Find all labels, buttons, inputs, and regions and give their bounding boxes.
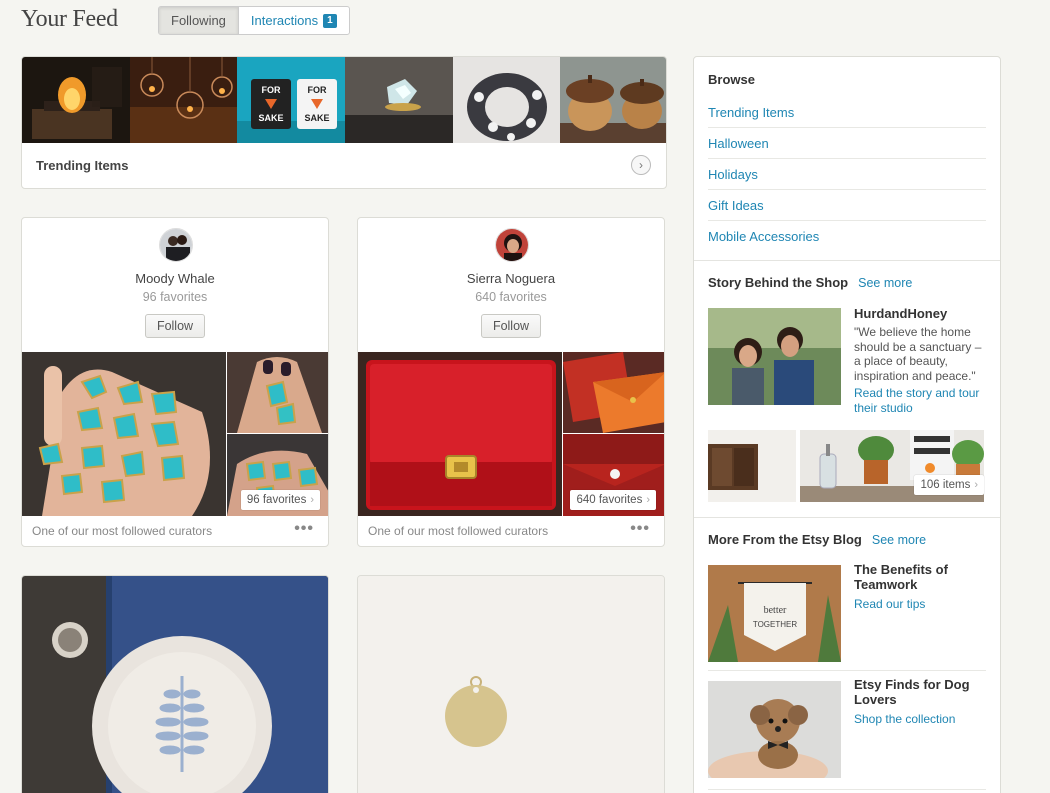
shop-quote: "We believe the home should be a sanctua… <box>854 325 982 383</box>
fire-pit-thumbnail[interactable] <box>22 57 130 143</box>
tree-plate-image <box>22 576 328 793</box>
shop-name[interactable]: HurdandHoney <box>854 306 947 321</box>
browse-item-gift-ideas[interactable]: Gift Ideas <box>708 190 986 221</box>
blog-heading-label: More From the Etsy Blog <box>708 532 862 547</box>
trending-items-label: Trending Items <box>36 158 129 173</box>
divider <box>694 260 1000 261</box>
more-options-icon[interactable]: ••• <box>294 520 314 538</box>
gold-tag-image <box>358 576 664 793</box>
banner-text: better <box>764 605 787 616</box>
glass-terrariums-thumbnail[interactable] <box>129 57 238 143</box>
chevron-right-icon: › <box>310 494 314 506</box>
curator-note: One of our most followed curators <box>368 524 549 538</box>
feed-item-tree-plate[interactable] <box>21 575 329 793</box>
more-options-icon[interactable]: ••• <box>630 520 650 538</box>
avatar[interactable] <box>495 228 529 262</box>
browse-heading: Browse <box>708 72 755 87</box>
turquoise-rings-image <box>22 352 226 516</box>
tab-following-label: Following <box>171 13 226 28</box>
tab-interactions-label: Interactions <box>250 13 319 28</box>
chevron-right-icon[interactable]: › <box>631 155 651 175</box>
follow-button[interactable]: Follow <box>145 314 205 338</box>
read-story-link[interactable]: Read the story and tour their studio <box>854 386 989 415</box>
better-together-banner-image[interactable]: better TOGETHER <box>708 565 841 662</box>
favorites-mosaic[interactable]: 640 favorites › <box>358 352 664 516</box>
blog-post-title[interactable]: The Benefits of Teamwork <box>854 562 989 592</box>
divider <box>694 517 1000 518</box>
browse-list: Trending Items Halloween Holidays Gift I… <box>708 97 986 252</box>
turquoise-ring-closeup-image <box>227 352 328 433</box>
divider <box>708 789 986 790</box>
favorites-count-pill[interactable]: 96 favorites › <box>240 490 320 510</box>
wooden-box-thumbnail[interactable] <box>708 430 796 502</box>
blog-section-heading: More From the Etsy Blog See more <box>708 532 926 547</box>
curator-favorites-count: 640 favorites <box>475 290 547 304</box>
browse-item-halloween[interactable]: Halloween <box>708 128 986 159</box>
felted-dog-image[interactable] <box>708 681 841 778</box>
shop-owners-photo[interactable] <box>708 308 841 405</box>
feed-tab-switcher: Following Interactions 1 <box>158 6 350 35</box>
browse-item-trending-items[interactable]: Trending Items <box>708 97 986 128</box>
trending-thumbnail-strip: FOR SAKE FOR SAKE <box>22 57 666 143</box>
svg-text:SAKE: SAKE <box>305 113 330 123</box>
trending-items-card[interactable]: FOR SAKE FOR SAKE Trending Items › <box>21 56 667 189</box>
browse-item-holidays[interactable]: Holidays <box>708 159 986 190</box>
sidebar: Browse Trending Items Halloween Holidays… <box>693 56 1001 793</box>
chevron-right-icon: › <box>974 479 978 491</box>
blog-post-link[interactable]: Shop the collection <box>854 712 989 726</box>
feed-item-gold-tag[interactable] <box>357 575 665 793</box>
favorites-pill-label: 640 favorites <box>576 494 643 506</box>
items-pill-label: 106 items <box>920 479 971 491</box>
svg-text:FOR: FOR <box>308 85 327 95</box>
curator-note: One of our most followed curators <box>32 524 213 538</box>
tab-following[interactable]: Following <box>159 7 239 34</box>
shop-items-count-pill[interactable]: 106 items › <box>914 475 984 495</box>
blog-see-more-link[interactable]: See more <box>872 533 926 547</box>
for-sake-mugs-thumbnail[interactable]: FOR SAKE FOR SAKE <box>237 57 346 143</box>
favorites-mosaic[interactable]: 96 favorites › <box>22 352 328 516</box>
chevron-right-icon: › <box>646 494 650 506</box>
curator-name[interactable]: Moody Whale <box>22 271 328 286</box>
story-section-heading: Story Behind the Shop See more <box>708 275 912 290</box>
banner-text-2: TOGETHER <box>753 620 798 629</box>
story-see-more-link[interactable]: See more <box>858 276 912 290</box>
browse-item-mobile-accessories[interactable]: Mobile Accessories <box>708 221 986 252</box>
curator-card-sierra-noguera: Sierra Noguera 640 favorites Follow 640 … <box>357 217 665 547</box>
page-title: Your Feed <box>21 6 118 32</box>
curator-name[interactable]: Sierra Noguera <box>358 271 664 286</box>
blog-post-title[interactable]: Etsy Finds for Dog Lovers <box>854 677 989 707</box>
red-wallet-image <box>358 352 562 516</box>
follow-button[interactable]: Follow <box>481 314 541 338</box>
story-heading-label: Story Behind the Shop <box>708 275 849 290</box>
crystal-ring-thumbnail[interactable] <box>345 57 453 143</box>
curator-favorites-count: 96 favorites <box>142 290 208 304</box>
infinity-scarf-thumbnail[interactable] <box>452 57 561 143</box>
divider <box>708 670 986 671</box>
blog-post-link[interactable]: Read our tips <box>854 597 989 611</box>
svg-text:FOR: FOR <box>262 85 281 95</box>
orange-envelope-clutch-image <box>563 352 664 433</box>
tab-interactions[interactable]: Interactions 1 <box>239 7 349 34</box>
interactions-count-badge: 1 <box>323 13 337 28</box>
favorites-pill-label: 96 favorites <box>246 494 307 506</box>
acorn-boxes-thumbnail[interactable] <box>560 57 666 143</box>
curator-card-moody-whale: Moody Whale 96 favorites Follow 96 favor… <box>21 217 329 547</box>
favorites-count-pill[interactable]: 640 favorites › <box>570 490 656 510</box>
avatar[interactable] <box>159 228 193 262</box>
svg-text:SAKE: SAKE <box>259 113 284 123</box>
